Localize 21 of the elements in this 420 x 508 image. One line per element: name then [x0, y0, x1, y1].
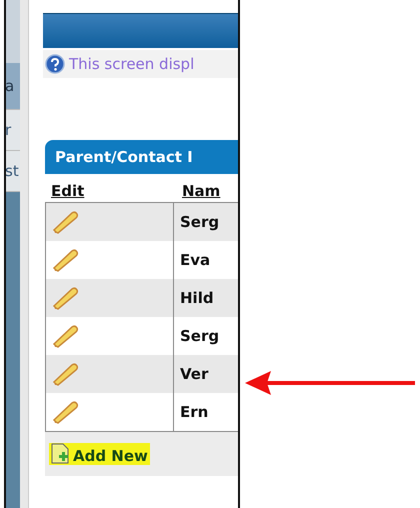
pencil-icon[interactable]	[52, 400, 80, 424]
table-cell: Serg	[180, 213, 220, 231]
pencil-icon[interactable]	[52, 248, 80, 272]
sidebar-item[interactable]: a	[6, 63, 20, 110]
pencil-icon[interactable]	[52, 362, 80, 386]
table-cell: Serg	[180, 327, 220, 345]
add-new-button[interactable]: Add New	[49, 443, 150, 465]
sidebar-item[interactable]: r	[6, 110, 20, 151]
sidebar-header	[6, 0, 20, 63]
table-cell: Eva	[180, 251, 210, 269]
help-icon	[45, 54, 65, 74]
info-text: This screen displ	[69, 55, 194, 73]
table-cell: Ern	[180, 403, 208, 421]
table-cell: Ver	[180, 365, 208, 383]
column-header[interactable]: Edit	[51, 182, 182, 200]
table-cell: Hild	[180, 289, 214, 307]
sidebar-item[interactable]: st	[6, 151, 20, 192]
pencil-icon[interactable]	[52, 210, 80, 234]
column-header[interactable]: Nam	[182, 182, 220, 200]
pencil-icon[interactable]	[52, 324, 80, 348]
pencil-icon[interactable]	[52, 286, 80, 310]
